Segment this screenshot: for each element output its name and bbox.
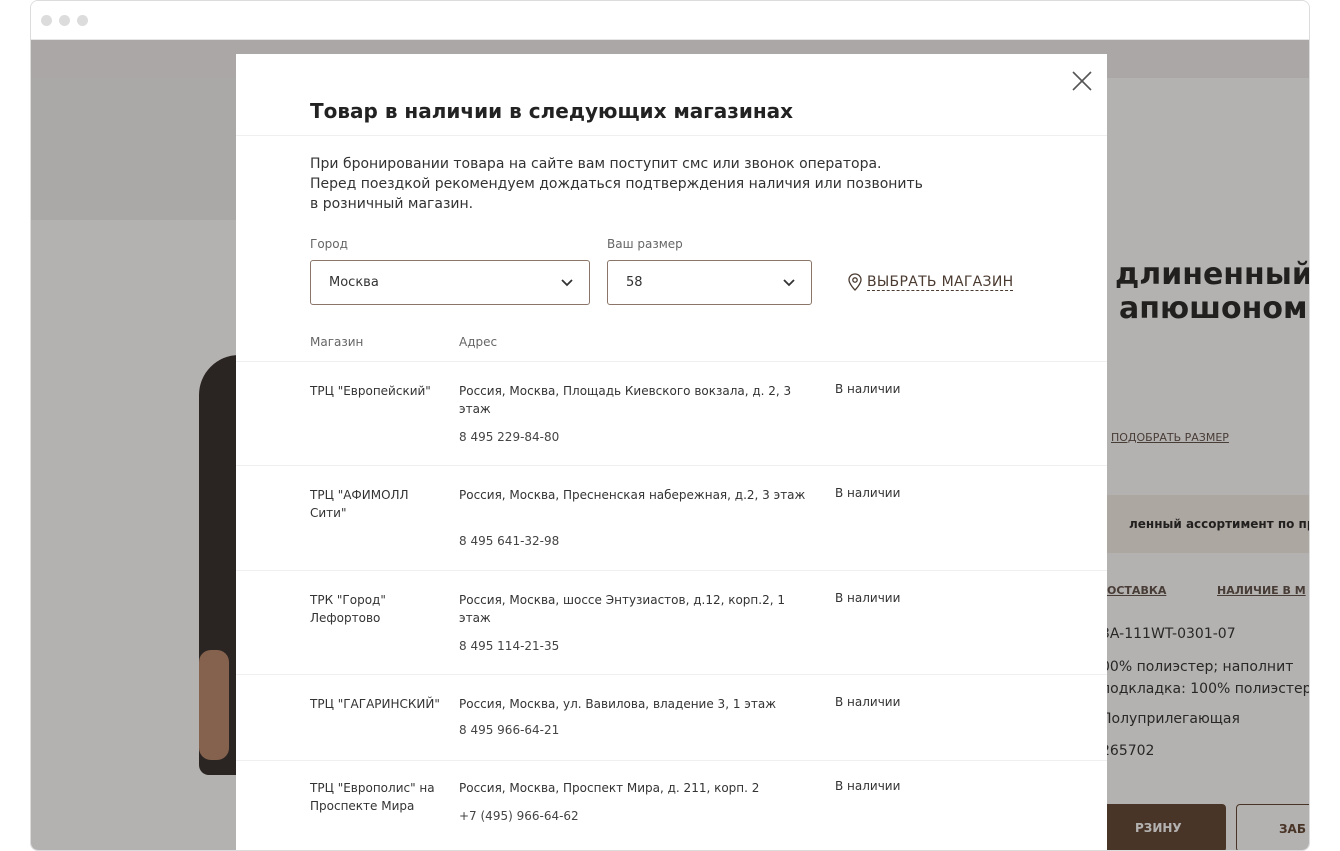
table-row: ТРК "Город" Лефортово Россия, Москва, шо… [236, 570, 1107, 674]
window-control-dot[interactable] [41, 15, 52, 26]
store-phone[interactable]: 8 495 966-64-21 [459, 723, 559, 737]
store-status: В наличии [835, 695, 901, 709]
city-select[interactable]: Москва [310, 260, 590, 305]
store-availability-modal: Товар в наличии в следующих магазинах Пр… [236, 54, 1107, 850]
store-name: ТРЦ "АФИМОЛЛ Сити" [310, 488, 409, 520]
modal-title: Товар в наличии в следующих магазинах [310, 99, 794, 123]
store-address: Россия, Москва, Площадь Киевского вокзал… [459, 384, 792, 416]
store-address: Россия, Москва, Проспект Мира, д. 211, к… [459, 781, 760, 795]
store-name: ТРЦ "Европейский" [310, 384, 431, 398]
city-select-value: Москва [329, 275, 379, 290]
store-phone[interactable]: 8 495 114-21-35 [459, 639, 559, 653]
column-header-address: Адрес [459, 335, 498, 349]
size-select[interactable]: 58 [607, 260, 812, 305]
table-row: ТРЦ "ГАГАРИНСКИЙ" Россия, Москва, ул. Ва… [236, 674, 1107, 760]
intro-line: Перед поездкой рекомендуем дождаться под… [310, 176, 923, 192]
table-row: ТРЦ "АФИМОЛЛ Сити" Россия, Москва, Пресн… [236, 465, 1107, 570]
intro-line: в розничный магазин. [310, 196, 474, 212]
store-status: В наличии [835, 591, 901, 605]
store-phone[interactable]: 8 495 641-32-98 [459, 534, 559, 548]
window-control-dot[interactable] [59, 15, 70, 26]
chevron-down-icon [561, 279, 573, 287]
window-titlebar [31, 1, 1309, 40]
chevron-down-icon [783, 279, 795, 287]
close-icon [1072, 71, 1092, 91]
store-address: Россия, Москва, шоссе Энтузиастов, д.12,… [459, 593, 785, 625]
store-address: Россия, Москва, ул. Вавилова, владение 3… [459, 697, 777, 711]
table-row: ТРЦ "Европолис" на Проспекте Мира Россия… [236, 760, 1107, 850]
divider [236, 135, 1107, 136]
modal-intro: При бронировании товара на сайте вам пос… [310, 154, 990, 214]
store-name: ТРЦ "Европолис" на Проспекте Мира [310, 781, 435, 813]
store-name: ТРК "Город" Лефортово [310, 593, 386, 625]
store-phone[interactable]: +7 (495) 966-64-62 [459, 809, 579, 823]
intro-line: При бронировании товара на сайте вам пос… [310, 156, 882, 172]
map-pin-icon [848, 273, 862, 291]
store-address: Россия, Москва, Пресненская набережная, … [459, 488, 806, 502]
size-select-value: 58 [626, 275, 643, 290]
store-name: ТРЦ "ГАГАРИНСКИЙ" [310, 697, 440, 711]
choose-store-label: ВЫБРАТЬ МАГАЗИН [867, 274, 1014, 291]
window-control-dot[interactable] [77, 15, 88, 26]
product-page: длиненный апюшоном ПОДОБРАТЬ РАЗМЕР ленн… [31, 40, 1309, 850]
store-status: В наличии [835, 486, 901, 500]
city-label: Город [310, 237, 348, 251]
size-label: Ваш размер [607, 237, 683, 251]
store-status: В наличии [835, 382, 901, 396]
store-status: В наличии [835, 779, 901, 793]
column-header-store: Магазин [310, 335, 364, 349]
store-phone[interactable]: 8 495 229-84-80 [459, 430, 559, 444]
table-row: ТРЦ "Европейский" Россия, Москва, Площад… [236, 361, 1107, 465]
close-button[interactable] [1067, 66, 1097, 96]
browser-window: длиненный апюшоном ПОДОБРАТЬ РАЗМЕР ленн… [30, 0, 1310, 851]
